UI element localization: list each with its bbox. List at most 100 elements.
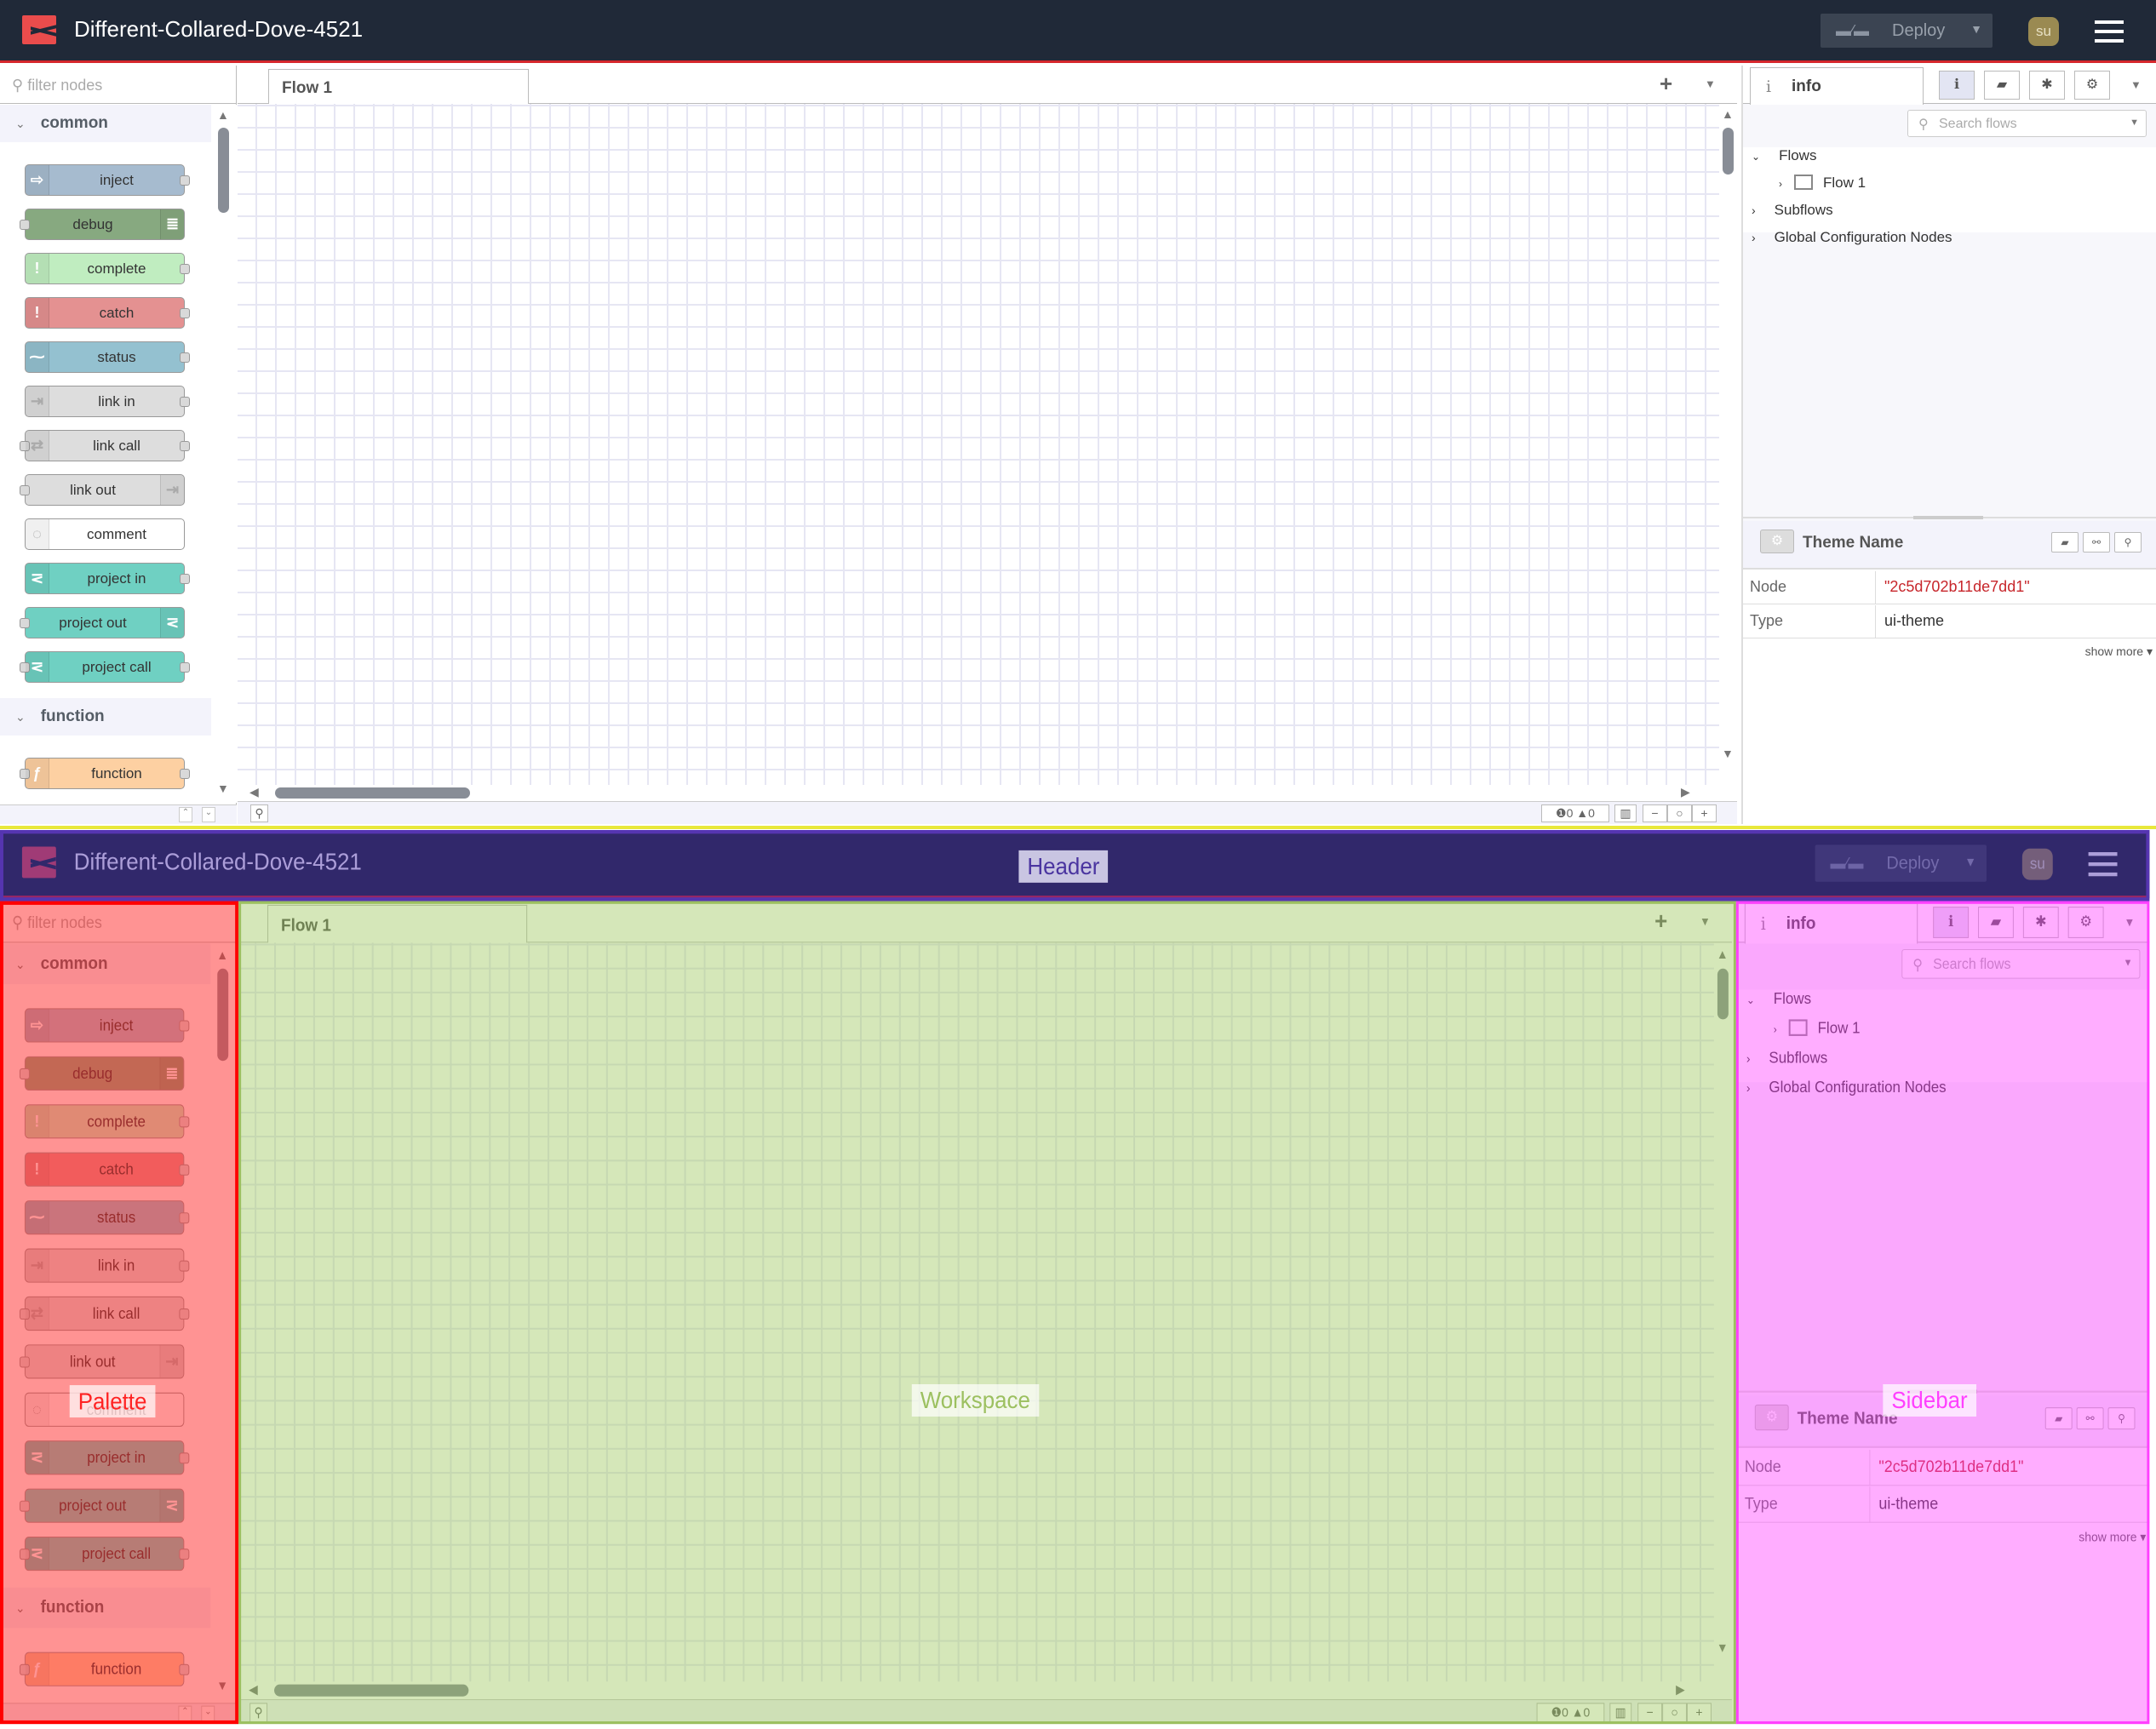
show-more-link[interactable]: show more ▾	[2079, 1529, 2146, 1544]
scroll-up-icon[interactable]: ▲	[216, 948, 228, 962]
debug-bug-icon[interactable]: ✱	[2029, 71, 2065, 100]
palette-node-link-out[interactable]: ⇥ link out	[20, 474, 185, 506]
collapse-all-icon[interactable]: ⌃	[178, 1705, 192, 1723]
palette-category-function[interactable]: ⌄ function	[0, 1587, 211, 1629]
workspace-hscroll-thumb[interactable]	[275, 787, 470, 799]
workspace-hscroll-thumb[interactable]	[274, 1684, 469, 1697]
palette-node-link-in[interactable]: ⇥ link in	[25, 386, 190, 417]
palette-node-status[interactable]: ⁓ status	[25, 341, 190, 373]
palette-filter-input[interactable]: ⚲ filter nodes	[0, 66, 237, 104]
scroll-right-icon[interactable]: ▶	[1676, 1681, 1685, 1697]
show-more-link[interactable]: show more ▾	[2085, 644, 2153, 659]
user-avatar[interactable]: su	[2028, 17, 2059, 46]
workspace-vscroll-thumb[interactable]	[1723, 128, 1734, 175]
palette-scrollbar[interactable]: ▲ ▼	[211, 105, 237, 803]
scroll-down-icon[interactable]: ▼	[216, 1678, 228, 1692]
deploy-button[interactable]: ▬⁄▬ Deploy ▼	[1821, 14, 1993, 48]
workspace-vertical-scrollbar[interactable]: ▲ ▼	[1719, 104, 1737, 801]
deploy-button[interactable]: ▬⁄▬ Deploy ▼	[1815, 844, 1987, 882]
scroll-left-icon[interactable]: ◀	[249, 1681, 258, 1697]
notifications-button[interactable]: ❶0 ▲0	[1541, 804, 1609, 822]
palette-node-link-call[interactable]: ⇄ link call	[19, 1296, 190, 1331]
palette-node-inject[interactable]: ⇨ inject	[25, 164, 190, 196]
expand-all-icon[interactable]: ⌄	[201, 1705, 215, 1723]
palette-node-project-in[interactable]: ⋜ project in	[25, 563, 190, 594]
workspace-vertical-scrollbar[interactable]: ▲ ▼	[1713, 942, 1732, 1699]
palette-node-project-call[interactable]: ⋜ project call	[20, 651, 190, 683]
sidebar-dropdown-icon[interactable]: ▼	[2130, 78, 2142, 91]
scroll-up-icon[interactable]: ▲	[1722, 107, 1734, 121]
workspace-vscroll-thumb[interactable]	[1717, 968, 1729, 1020]
palette-node-project-out[interactable]: ⋜ project out	[19, 1488, 185, 1523]
tree-item-global-config[interactable]: › Global Configuration Nodes	[1746, 1079, 1947, 1107]
sidebar-splitter[interactable]	[1743, 516, 2156, 519]
workspace-canvas[interactable]	[238, 104, 1719, 785]
user-avatar[interactable]: su	[2021, 848, 2053, 880]
search-dropdown-icon[interactable]: ▼	[2130, 117, 2139, 128]
help-book-icon[interactable]: ▰	[1984, 71, 2020, 100]
scroll-right-icon[interactable]: ▶	[1681, 785, 1690, 799]
palette-node-link-call[interactable]: ⇄ link call	[20, 430, 190, 461]
sidebar-dropdown-icon[interactable]: ▼	[2124, 915, 2135, 929]
palette-scrollbar[interactable]: ▲ ▼	[210, 943, 237, 1702]
scroll-up-icon[interactable]: ▲	[217, 108, 229, 122]
flow-list-dropdown-icon[interactable]: ▼	[1705, 77, 1716, 90]
tree-item-global-config[interactable]: › Global Configuration Nodes	[1752, 229, 1952, 255]
tab-flow-1[interactable]: Flow 1	[267, 904, 528, 944]
tree-item-subflows[interactable]: › Subflows	[1752, 202, 1833, 227]
palette-node-complete[interactable]: ! complete	[25, 253, 190, 284]
palette-category-common[interactable]: ⌄ common	[0, 943, 211, 985]
search-icon[interactable]: ⚲	[2114, 532, 2142, 552]
help-book-icon[interactable]: ▰	[1978, 907, 2014, 938]
palette-node-function[interactable]: ƒ function	[20, 758, 190, 789]
scroll-down-icon[interactable]: ▼	[1717, 1640, 1729, 1655]
palette-node-status[interactable]: ⁓ status	[24, 1200, 190, 1235]
zoom-in-icon[interactable]: +	[1692, 804, 1717, 822]
deploy-dropdown-icon[interactable]: ▼	[1964, 854, 1976, 868]
tab-flow-1[interactable]: Flow 1	[268, 69, 529, 105]
palette-node-catch[interactable]: ! catch	[24, 1152, 190, 1187]
search-icon[interactable]: ⚲	[249, 1703, 268, 1723]
palette-node-catch[interactable]: ! catch	[25, 297, 190, 329]
palette-node-project-call[interactable]: ⋜ project call	[19, 1537, 190, 1572]
debug-bug-icon[interactable]: ✱	[2022, 907, 2059, 938]
info-tab-icon[interactable]: ℹ	[1939, 71, 1975, 100]
config-gear-icon[interactable]: ⚙	[2074, 71, 2110, 100]
palette-node-complete[interactable]: ! complete	[24, 1104, 190, 1139]
zoom-reset-icon[interactable]: ○	[1667, 804, 1692, 822]
tree-item-flow-1[interactable]: › Flow 1	[1779, 175, 1866, 200]
tab-info[interactable]: i info	[1750, 67, 1924, 105]
workspace-canvas[interactable]	[237, 942, 1714, 1682]
sidebar-splitter[interactable]	[1737, 1389, 2150, 1394]
palette-node-project-in[interactable]: ⋜ project in	[24, 1440, 190, 1475]
link-icon[interactable]: ⚯	[2083, 532, 2110, 552]
workspace-horizontal-scrollbar[interactable]: ◀ ▶	[238, 785, 1719, 801]
scroll-down-icon[interactable]: ▼	[217, 781, 229, 795]
scroll-down-icon[interactable]: ▼	[1722, 747, 1734, 760]
show-help-icon[interactable]: ▰	[2051, 532, 2079, 552]
info-tab-icon[interactable]: ℹ	[1933, 907, 1970, 938]
tree-item-subflows[interactable]: › Subflows	[1746, 1049, 1827, 1077]
deploy-dropdown-icon[interactable]: ▼	[1970, 22, 1982, 36]
palette-node-function[interactable]: ƒ function	[19, 1652, 190, 1686]
hamburger-menu-icon[interactable]	[2095, 20, 2124, 43]
show-help-icon[interactable]: ▰	[2044, 1407, 2073, 1430]
collapse-all-icon[interactable]: ⌃	[179, 807, 192, 822]
search-flows-input[interactable]: ⚲ Search flows ▼	[1901, 948, 2141, 979]
search-dropdown-icon[interactable]: ▼	[2124, 958, 2133, 969]
search-icon[interactable]: ⚲	[250, 804, 268, 822]
workspace-horizontal-scrollbar[interactable]: ◀ ▶	[237, 1681, 1714, 1699]
scroll-left-icon[interactable]: ◀	[249, 785, 259, 799]
palette-scroll-thumb[interactable]	[218, 128, 229, 213]
tree-item-flows[interactable]: ⌄ Flows	[1752, 147, 1816, 173]
zoom-out-icon[interactable]: −	[1637, 1703, 1663, 1723]
add-flow-icon[interactable]: +	[1660, 71, 1672, 97]
palette-node-debug[interactable]: ≣ debug	[19, 1056, 185, 1091]
palette-category-function[interactable]: ⌄ function	[0, 698, 211, 736]
add-flow-icon[interactable]: +	[1654, 907, 1667, 936]
notifications-button[interactable]: ❶0 ▲0	[1536, 1703, 1605, 1723]
zoom-in-icon[interactable]: +	[1687, 1703, 1712, 1723]
palette-node-link-out[interactable]: ⇥ link out	[19, 1344, 185, 1379]
palette-node-project-out[interactable]: ⋜ project out	[20, 607, 185, 638]
palette-node-debug[interactable]: ≣ debug	[20, 209, 185, 240]
